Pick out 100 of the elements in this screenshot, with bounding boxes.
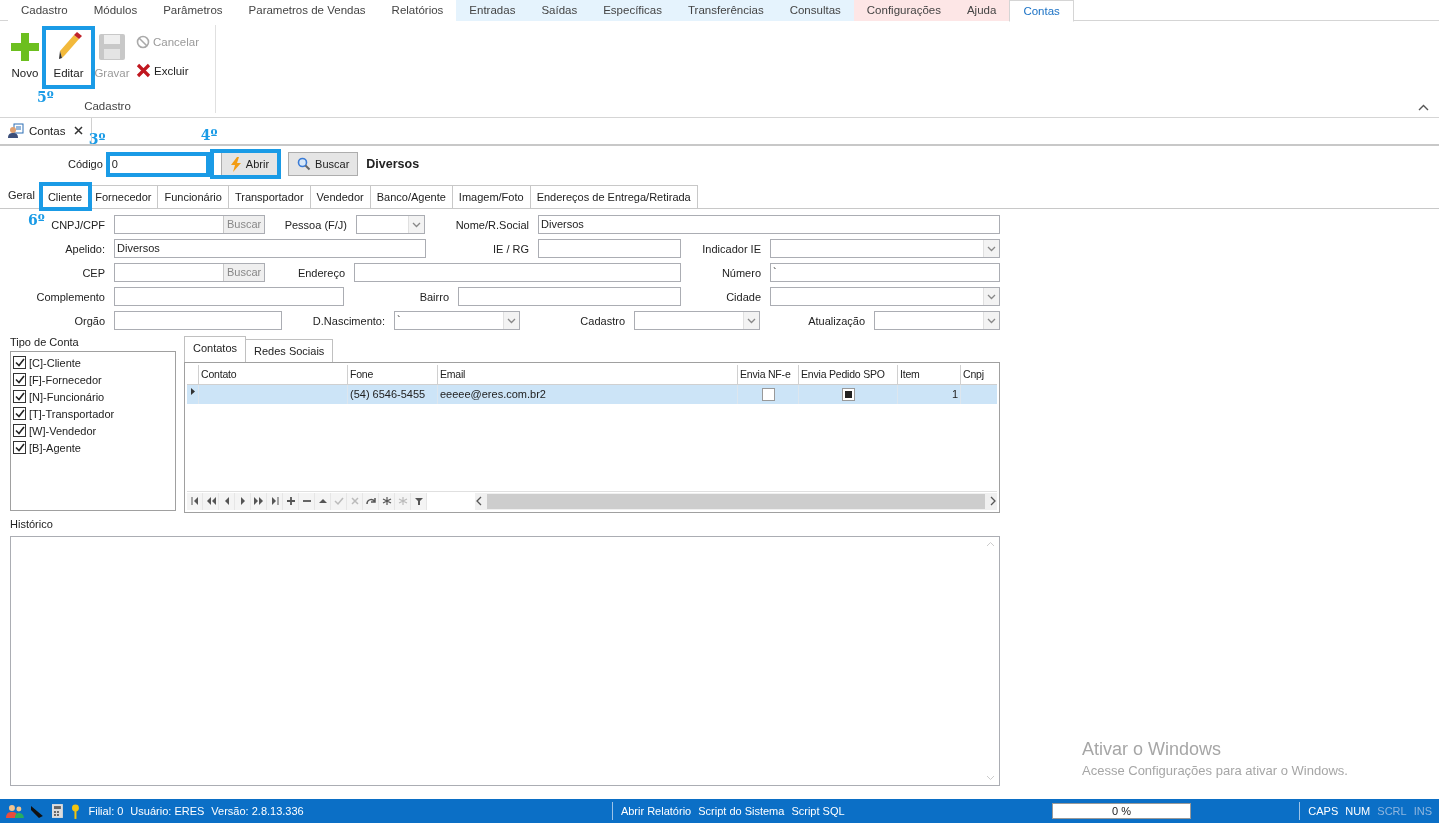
checkbox[interactable] — [13, 390, 26, 403]
chevron-down-icon — [412, 221, 421, 228]
dropdown-field[interactable] — [770, 239, 1000, 258]
table-cell-text: eeeee@eres.com.br2 — [440, 388, 546, 402]
tab[interactable]: Endereços de Entrega/Retirada — [529, 185, 698, 208]
code-label: Código — [68, 158, 103, 170]
navigator-icon[interactable] — [364, 495, 377, 507]
navigator-icon[interactable] — [380, 495, 393, 507]
step-label: 5º — [37, 89, 54, 105]
checkbox-label: [C]-Cliente — [29, 356, 81, 369]
menu-tab[interactable]: Configurações — [853, 0, 954, 21]
checkbox[interactable] — [841, 388, 855, 401]
text-field[interactable]: Diversos — [114, 239, 426, 258]
tab[interactable]: Redes Sociais — [245, 339, 334, 362]
chevron-down-icon — [987, 293, 996, 300]
field-label: CEP — [82, 266, 105, 279]
highlight-frame — [38, 182, 93, 211]
menu-tab[interactable]: Ajuda — [953, 0, 1010, 21]
step-label: 4º — [200, 127, 218, 143]
progress-label: 0 % — [1111, 805, 1131, 817]
scroll-right-icon[interactable] — [989, 496, 997, 506]
text-field[interactable] — [114, 311, 282, 330]
checkbox[interactable] — [13, 441, 26, 454]
menu-tab[interactable]: Específicas — [590, 0, 675, 21]
text-field[interactable]: ` — [770, 263, 1000, 282]
status-text: Filial: 0 — [88, 805, 124, 817]
field-label: Número — [721, 266, 761, 279]
checkbox[interactable] — [13, 356, 26, 369]
navigator-icon[interactable] — [188, 495, 201, 507]
field-label: Nome/R.Social — [455, 218, 529, 231]
field-label: Cidade — [726, 290, 761, 303]
field-label: Bairro — [419, 290, 449, 303]
checkbox[interactable] — [13, 424, 26, 437]
activation-title: Ativar o Windows — [1082, 739, 1223, 760]
toolbar-button[interactable]: Excluir — [136, 63, 200, 78]
scroll-left-icon[interactable] — [475, 496, 483, 506]
tab[interactable]: Contatos — [184, 336, 247, 362]
field-label: Apelido: — [65, 242, 105, 255]
checkbox[interactable] — [13, 407, 26, 420]
delete-icon — [136, 63, 151, 78]
field-label: Pessoa (F/J) — [284, 218, 347, 231]
field-label: CNPJ/CPF — [51, 218, 105, 231]
text-field[interactable] — [354, 263, 681, 282]
dropdown-field[interactable] — [874, 311, 1000, 330]
contact-card-icon — [8, 123, 24, 138]
collapse-icon[interactable] — [1418, 104, 1429, 111]
group-label: Cadastro — [83, 100, 132, 112]
status-link[interactable]: Script SQL — [791, 805, 845, 817]
checkbox[interactable] — [13, 373, 26, 386]
checkbox[interactable] — [761, 388, 775, 401]
chevron-down-icon — [987, 245, 996, 252]
users-icon[interactable] — [6, 804, 24, 818]
toolbar-button[interactable]: Editar — [45, 29, 92, 86]
text-field[interactable] — [538, 239, 681, 258]
chevron-down-icon — [987, 317, 996, 324]
field-label: Endereço — [297, 266, 345, 279]
field-label: Cadastro — [580, 314, 625, 327]
table-row[interactable]: (54) 6546-5455 eeeee@eres.com.br2 1 — [187, 385, 997, 404]
dropdown-field[interactable] — [770, 287, 1000, 306]
search-icon — [297, 157, 312, 171]
status-text: Usuário: ERES — [130, 805, 205, 817]
menu-tab[interactable]: Consultas — [776, 0, 854, 21]
open-button[interactable]: Abrir — [220, 152, 279, 176]
key-indicator: SCRL — [1377, 805, 1407, 817]
toolbar-button[interactable]: Novo — [6, 29, 44, 86]
checkbox-label: [N]-Funcionário — [29, 390, 105, 403]
text-field[interactable] — [458, 287, 681, 306]
navigator-icon[interactable] — [284, 495, 297, 507]
field-label: Atualização — [808, 314, 865, 327]
step-label: 6º — [27, 212, 45, 228]
close-icon[interactable] — [74, 126, 84, 135]
status-link[interactable]: Script do Sistema — [698, 805, 785, 817]
dropdown-field[interactable]: ` — [394, 311, 520, 330]
navigator-icon[interactable] — [252, 495, 265, 507]
status-text: Versão: 2.8.13.336 — [211, 805, 304, 817]
activation-text: Acesse Configurações para ativar o Windows. — [1082, 763, 1348, 778]
dropdown-field[interactable] — [634, 311, 760, 330]
section-title: Tipo de Conta — [10, 336, 80, 350]
field-label: Complemento — [36, 290, 105, 303]
status-link[interactable]: Abrir Relatório — [620, 805, 692, 817]
history-label: Histórico — [10, 518, 54, 530]
account-name: Diversos — [366, 157, 420, 171]
horizontal-scrollbar[interactable] — [475, 492, 997, 510]
table-cell-text: 1 — [951, 388, 958, 402]
dropdown-field[interactable] — [356, 215, 425, 234]
field-label: IE / RG — [492, 242, 529, 255]
search-button[interactable]: Buscar — [288, 152, 359, 176]
text-field[interactable] — [114, 287, 344, 306]
menu-tab[interactable]: Entradas — [456, 0, 529, 21]
key-icon[interactable] — [70, 803, 80, 819]
plus-icon — [9, 31, 41, 63]
checkbox-label: [B]-Agente — [29, 441, 81, 454]
key-indicator: INS — [1413, 805, 1432, 817]
highlight-frame — [42, 26, 95, 89]
field-label: D.Nascimento: — [312, 314, 385, 327]
menu-tab[interactable]: Contas — [1009, 0, 1074, 22]
text-field[interactable]: Diversos — [538, 215, 1000, 234]
calculator-icon[interactable] — [51, 804, 63, 818]
menu-tab[interactable]: Transferências — [675, 0, 777, 21]
menu-tab[interactable]: Saídas — [528, 0, 591, 21]
